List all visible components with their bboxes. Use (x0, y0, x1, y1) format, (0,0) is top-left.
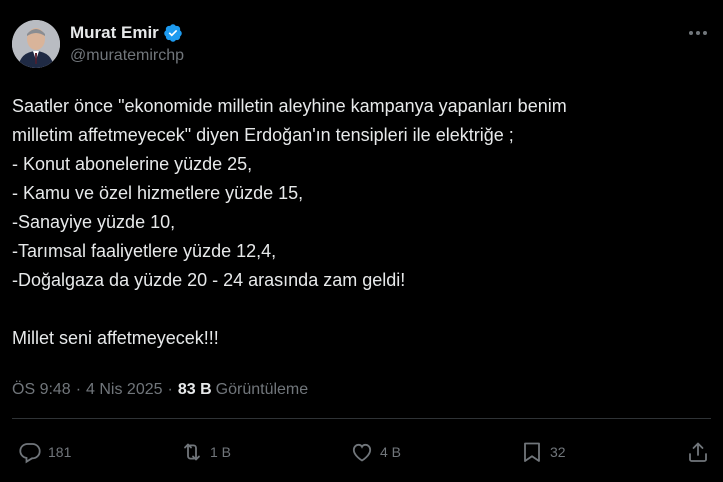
reply-icon (19, 443, 41, 464)
meta-separator: · (75, 381, 82, 398)
repost-count: 1 B (210, 444, 232, 460)
more-options-icon[interactable] (685, 22, 711, 44)
reply-count: 181 (48, 444, 72, 460)
author-display-name[interactable]: Murat Emir (70, 23, 159, 43)
views-count[interactable]: 83 B (178, 381, 212, 399)
like-count: 4 B (380, 444, 402, 460)
tweet-header: Murat Emir @muratemirchp (12, 20, 711, 72)
tweet-meta: ÖS 9:48 · 4 Nis 2025 · 83 B Görüntüleme (12, 381, 308, 399)
reply-button[interactable]: 181 (18, 440, 71, 464)
avatar-image (12, 20, 60, 68)
repost-icon (184, 443, 200, 461)
verified-badge-icon[interactable] (163, 23, 183, 43)
divider (12, 418, 711, 419)
bookmark-button[interactable]: 32 (520, 440, 566, 464)
views-label: Görüntüleme (215, 381, 309, 398)
author-handle[interactable]: @muratemirchp (70, 47, 184, 65)
tweet-time[interactable]: ÖS 9:48 (12, 381, 71, 399)
tweet-text: Saatler önce "ekonomide milletin aleyhin… (12, 96, 567, 348)
repost-button[interactable]: 1 B (180, 440, 231, 464)
tweet-date[interactable]: 4 Nis 2025 (86, 381, 163, 399)
tweet-actions: 181 1 B 4 B 32 (16, 440, 711, 470)
heart-icon (352, 443, 372, 462)
like-button[interactable]: 4 B (350, 440, 401, 464)
bookmark-count: 32 (550, 444, 566, 460)
author-avatar[interactable] (12, 20, 60, 68)
bookmark-icon (524, 442, 540, 462)
share-icon (689, 442, 707, 462)
meta-separator: · (167, 381, 173, 398)
share-button[interactable] (686, 440, 716, 464)
